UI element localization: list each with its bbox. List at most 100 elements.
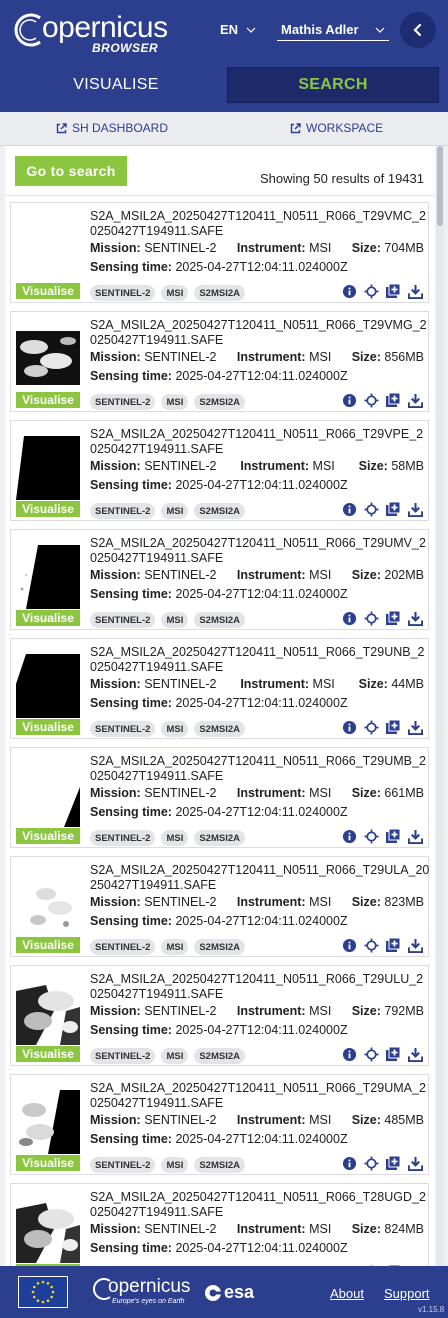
instrument-value: MSI [312, 677, 335, 691]
download-icon[interactable] [407, 719, 423, 735]
info-icon[interactable] [341, 937, 357, 953]
crosshair-icon[interactable] [363, 719, 379, 735]
add-to-workspace-icon[interactable] [385, 392, 401, 408]
add-to-workspace-icon[interactable] [385, 937, 401, 953]
user-name: Mathis Adler [281, 22, 359, 37]
mission-label: Mission: [90, 1004, 141, 1018]
crosshair-icon[interactable] [363, 392, 379, 408]
sensing-label: Sensing time: [90, 369, 172, 383]
logo-subtitle: BROWSER [92, 41, 159, 55]
tab-search[interactable]: SEARCH [227, 67, 439, 103]
results-panel[interactable]: Go to search Showing 50 results of 19431… [5, 146, 435, 1266]
crosshair-icon[interactable] [363, 937, 379, 953]
logo-text: opernicus [42, 11, 168, 44]
esa-logo[interactable]: esa [204, 1282, 254, 1303]
tag-badge: SENTINEL-2 [90, 939, 156, 955]
product-name: S2A_MSIL2A_20250427T120411_N0511_R066_T2… [90, 1190, 426, 1219]
size-label: Size: [351, 786, 381, 800]
add-to-workspace-icon[interactable] [385, 1046, 401, 1062]
add-to-workspace-icon[interactable] [385, 1155, 401, 1171]
crosshair-icon[interactable] [363, 610, 379, 626]
result-thumbnail[interactable] [16, 327, 80, 391]
tab-visualise[interactable]: VISUALISE [10, 67, 222, 103]
result-thumbnail[interactable] [16, 218, 80, 282]
result-thumbnail[interactable] [16, 872, 80, 936]
support-link[interactable]: Support [384, 1286, 430, 1301]
visualise-button[interactable]: Visualise [16, 501, 80, 517]
language-label: EN [220, 22, 239, 37]
crosshair-icon[interactable] [363, 1046, 379, 1062]
info-icon[interactable] [341, 1046, 357, 1062]
visualise-button[interactable]: Visualise [16, 719, 80, 735]
download-icon[interactable] [407, 1155, 423, 1171]
workspace-link[interactable]: WORKSPACE [290, 121, 383, 135]
visualise-button[interactable]: Visualise [16, 283, 80, 299]
download-icon[interactable] [407, 501, 423, 517]
results-scrollbar[interactable] [436, 146, 444, 1266]
download-icon[interactable] [407, 392, 423, 408]
collapse-panel-button[interactable] [400, 12, 436, 48]
instrument-label: Instrument: [236, 895, 306, 909]
user-menu[interactable]: Mathis Adler [277, 22, 389, 41]
size-value: 44MB [391, 677, 424, 691]
tag-list: SENTINEL-2 MSI S2MSI2A [90, 1157, 245, 1173]
info-icon[interactable] [341, 283, 357, 299]
download-icon[interactable] [407, 828, 423, 844]
add-to-workspace-icon[interactable] [385, 828, 401, 844]
product-name: S2A_MSIL2A_20250427T120411_N0511_R066_T2… [90, 1081, 426, 1110]
scrollbar-thumb[interactable] [437, 146, 443, 226]
add-to-workspace-icon[interactable] [385, 610, 401, 626]
mission-label: Mission: [90, 895, 141, 909]
download-icon[interactable] [407, 1046, 423, 1062]
info-icon[interactable] [341, 501, 357, 517]
result-thumbnail[interactable] [16, 545, 80, 609]
sensing-label: Sensing time: [90, 1023, 172, 1037]
download-icon[interactable] [407, 937, 423, 953]
about-link[interactable]: About [330, 1286, 364, 1301]
add-to-workspace-icon[interactable] [385, 283, 401, 299]
download-icon[interactable] [407, 610, 423, 626]
visualise-button[interactable]: Visualise [16, 937, 80, 953]
result-card-2: Visualise S2A_MSIL2A_20250427T120411_N05… [10, 311, 429, 412]
go-to-search-button[interactable]: Go to search [15, 156, 127, 186]
info-icon[interactable] [341, 719, 357, 735]
info-icon[interactable] [341, 828, 357, 844]
download-icon[interactable] [407, 283, 423, 299]
add-to-workspace-icon[interactable] [385, 719, 401, 735]
visualise-button[interactable]: Visualise [16, 1155, 80, 1171]
sh-dashboard-link[interactable]: SH DASHBOARD [56, 121, 168, 135]
language-selector[interactable]: EN [220, 22, 256, 37]
result-thumbnail[interactable] [16, 436, 80, 500]
tag-badge: MSI [161, 1048, 189, 1064]
sensing-label: Sensing time: [90, 914, 172, 928]
info-icon[interactable] [341, 1155, 357, 1171]
crosshair-icon[interactable] [363, 1155, 379, 1171]
crosshair-icon[interactable] [363, 501, 379, 517]
result-thumbnail[interactable] [16, 654, 80, 718]
instrument-label: Instrument: [236, 568, 306, 582]
sensing-time: Sensing time: 2025-04-27T12:04:11.024000… [90, 914, 348, 928]
product-meta: Mission: SENTINEL-2 Instrument: MSI Size… [90, 786, 424, 802]
add-to-workspace-icon[interactable] [385, 501, 401, 517]
info-icon[interactable] [341, 392, 357, 408]
size-value: 792MB [384, 1004, 424, 1018]
result-thumbnail[interactable] [16, 981, 80, 1045]
result-thumbnail[interactable] [16, 1199, 80, 1263]
result-actions [341, 501, 423, 517]
copernicus-browser-logo[interactable]: opernicus BROWSER [12, 8, 168, 58]
copernicus-footer-logo[interactable]: opernicus Europe's eyes on Earth [90, 1276, 190, 1308]
esa-text: esa [224, 1282, 255, 1302]
result-thumbnail[interactable] [16, 1090, 80, 1154]
info-icon[interactable] [341, 610, 357, 626]
product-meta: Mission: SENTINEL-2 Instrument: MSI Size… [90, 350, 424, 366]
crosshair-icon[interactable] [363, 828, 379, 844]
visualise-button[interactable]: Visualise [16, 1046, 80, 1062]
visualise-button[interactable]: Visualise [16, 392, 80, 408]
size-label: Size: [351, 1004, 381, 1018]
result-thumbnail[interactable] [16, 763, 80, 827]
visualise-button[interactable]: Visualise [16, 610, 80, 626]
crosshair-icon[interactable] [363, 283, 379, 299]
sensing-time: Sensing time: 2025-04-27T12:04:11.024000… [90, 805, 348, 819]
tag-badge: SENTINEL-2 [90, 612, 156, 628]
visualise-button[interactable]: Visualise [16, 828, 80, 844]
